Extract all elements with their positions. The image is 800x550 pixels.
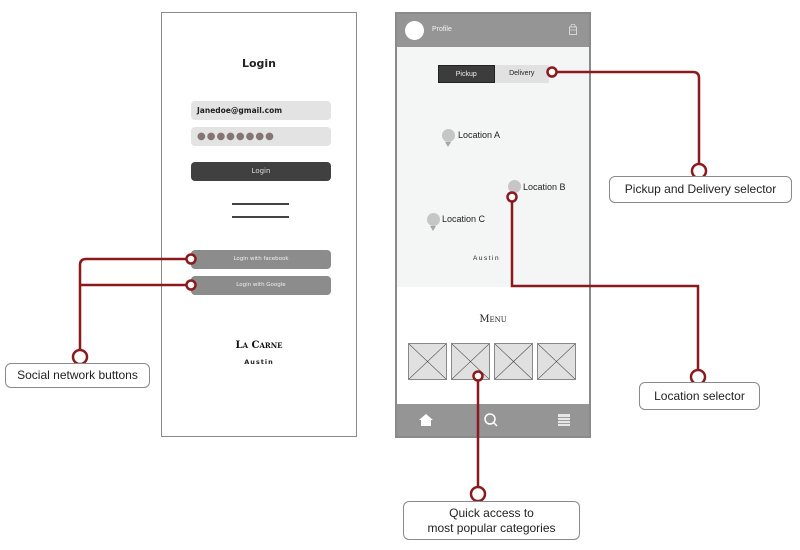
- map-pin-icon[interactable]: [442, 129, 455, 147]
- callout-quick-access: Quick access to most popular categories: [403, 501, 580, 540]
- location-b-label[interactable]: Location B: [523, 182, 566, 192]
- map-city-label: Austin: [473, 255, 501, 262]
- brand-name: La Carne: [235, 340, 283, 351]
- brand-city: Austin: [244, 358, 274, 366]
- image-placeholder-icon: [409, 344, 446, 379]
- login-screen-wireframe: Login Janedoe@gmail.com ●●●●●●●● Login L…: [161, 12, 357, 437]
- home-icon[interactable]: [418, 412, 434, 428]
- image-placeholder-icon: [452, 344, 489, 379]
- menu-title: Menu: [479, 314, 507, 325]
- callout-social-network-buttons: Social network buttons: [5, 363, 150, 388]
- main-screen-wireframe: Profile Pickup Delivery Location A Locat…: [395, 12, 591, 438]
- login-facebook-button[interactable]: Login with facebook: [191, 250, 331, 269]
- search-icon[interactable]: [483, 412, 499, 428]
- callout-location-selector: Location selector: [639, 382, 760, 410]
- login-button[interactable]: Login: [191, 162, 331, 181]
- category-tiles: [408, 343, 576, 380]
- callout-anchor: [71, 348, 89, 366]
- category-tile[interactable]: [537, 343, 576, 380]
- map-pin-icon[interactable]: [427, 213, 440, 231]
- divider-line: [232, 216, 289, 218]
- list-icon[interactable]: [556, 412, 572, 428]
- email-field[interactable]: Janedoe@gmail.com: [191, 101, 331, 120]
- location-a-label[interactable]: Location A: [458, 130, 500, 140]
- image-placeholder-icon: [495, 344, 532, 379]
- category-tile[interactable]: [408, 343, 447, 380]
- category-tile[interactable]: [451, 343, 490, 380]
- delivery-tab[interactable]: Delivery: [494, 65, 549, 83]
- callout-quick-access-line2: most popular categories: [427, 520, 556, 535]
- bottom-nav: [397, 404, 589, 436]
- top-bar: Profile: [397, 14, 589, 47]
- category-tile[interactable]: [494, 343, 533, 380]
- login-title: Login: [241, 57, 277, 70]
- pickup-tab[interactable]: Pickup: [438, 65, 495, 83]
- profile-label[interactable]: Profile: [432, 26, 452, 33]
- login-google-button[interactable]: Login with Google: [191, 276, 331, 295]
- location-map[interactable]: Pickup Delivery Location A Location B Lo…: [397, 47, 589, 287]
- callout-pickup-delivery-selector: Pickup and Delivery selector: [609, 176, 792, 203]
- image-placeholder-icon: [538, 344, 575, 379]
- location-c-label[interactable]: Location C: [442, 214, 485, 224]
- callout-quick-access-line1: Quick access to: [449, 505, 534, 520]
- pickup-delivery-selector: Pickup Delivery: [438, 65, 549, 83]
- divider-line: [232, 203, 289, 205]
- password-field[interactable]: ●●●●●●●●: [191, 127, 331, 146]
- avatar[interactable]: [405, 21, 424, 40]
- map-pin-icon[interactable]: [508, 180, 521, 198]
- callout-anchor: [469, 485, 487, 503]
- shopping-bag-icon[interactable]: [569, 24, 577, 35]
